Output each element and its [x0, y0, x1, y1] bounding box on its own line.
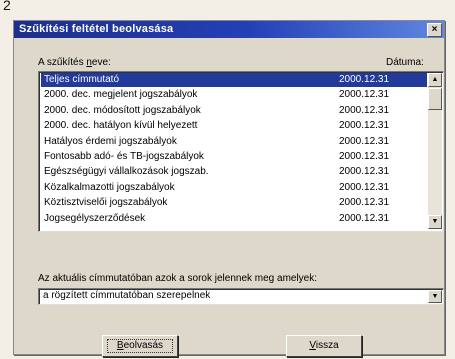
date-column-label: Dátuma:	[386, 57, 424, 68]
list-item-name: 2000. dec. hatályon kívül helyezett	[44, 120, 198, 132]
close-icon: ×	[431, 24, 438, 35]
list-item-date: 2000.12.31	[339, 120, 390, 132]
filter-selected-value: a rögzített címmutatóban szerepelnek	[43, 290, 211, 301]
list-item-name: Köztisztviselői jogszabályok	[44, 197, 168, 209]
list-item-date: 2000.12.31	[339, 197, 390, 209]
list-item[interactable]: Teljes címmutató 2000.12.31	[41, 73, 427, 88]
list-item-name: Fontosabb adó- és TB-jogszabályok	[44, 151, 204, 162]
list-item[interactable]: Egészségügyi vállalkozások jogszab. 2000.…	[41, 165, 427, 179]
close-button[interactable]: ×	[427, 23, 442, 37]
chevron-down-icon: ▼	[431, 293, 439, 300]
list-item-name: Jogsegélyszerződések	[44, 212, 146, 224]
list-item[interactable]: 2000. dec. megjelent jogszabályok 2000.12…	[41, 88, 427, 102]
restriction-list[interactable]: Teljes címmutató 2000.12.31 2000. dec. meg…	[38, 71, 444, 232]
list-item-name: Teljes címmutató	[44, 74, 120, 85]
list-item-name: Egészségügyi vállalkozások jogszab.	[44, 166, 209, 178]
page-number: 2	[3, 0, 11, 13]
name-column-label: A szűkítés neve:	[38, 57, 111, 68]
dropdown-button[interactable]: ▼	[428, 290, 442, 303]
list-item-date: 2000.12.31	[339, 104, 390, 116]
name-column-label-text: A szűkítés neve:	[38, 57, 111, 68]
back-button-label: Vissza	[309, 340, 339, 351]
list-item[interactable]: Köztisztviselői jogszabályok 2000.12.31	[41, 196, 427, 210]
scroll-up-button[interactable]: ▲	[428, 73, 442, 87]
list-item-date: 2000.12.31	[339, 166, 390, 178]
list-item-name: 2000. dec. megjelent jogszabályok	[44, 89, 198, 101]
list-item-name: Közalkalmazotti jogszabályok	[44, 181, 175, 193]
filter-dropdown[interactable]: a rögzített címmutatóban szerepelnek ▼	[38, 288, 444, 305]
list-item[interactable]: 2000. dec. módosított jogszabályok 2000.1…	[41, 104, 427, 118]
filter-label: Az aktuális címmutatóban azok a sorok je…	[38, 273, 318, 284]
list-item-date: 2000.12.31	[339, 212, 390, 224]
window-title: Szűkítési feltétel beolvasása	[19, 23, 174, 35]
list-item[interactable]: 2000. dec. hatályon kívül helyezett 2000.…	[41, 119, 427, 133]
list-item-date: 2000.12.31	[339, 89, 390, 101]
list-item[interactable]: Közalkalmazotti jogszabályok 2000.12.31	[41, 181, 427, 195]
scroll-thumb[interactable]	[428, 88, 442, 110]
list-item[interactable]: Fontosabb adó- és TB-jogszabályok 2000.12…	[41, 150, 427, 164]
focus-rectangle	[107, 339, 173, 353]
list-item-date: 2000.12.31	[339, 151, 390, 162]
scroll-down-button[interactable]: ▼	[428, 215, 442, 229]
list-item-date: 2000.12.31	[339, 74, 390, 85]
list-scrollbar[interactable]: ▲ ▼	[428, 73, 442, 229]
list-item-date: 2000.12.31	[339, 135, 390, 147]
dialog-window: Szűkítési feltétel beolvasása × A szűkít…	[13, 20, 445, 357]
scroll-down-icon: ▼	[431, 218, 439, 225]
list-item-date: 2000.12.31	[339, 181, 390, 193]
list-item-name: Hatályos érdemi jogszabályok	[44, 135, 177, 147]
back-button[interactable]: Vissza	[286, 335, 362, 357]
list-item-name: 2000. dec. módosított jogszabályok	[44, 104, 201, 116]
title-bar[interactable]: Szűkítési feltétel beolvasása ×	[14, 21, 444, 38]
read-button[interactable]: Beolvasás	[102, 335, 178, 357]
list-item[interactable]: Hatályos érdemi jogszabályok 2000.12.31	[41, 135, 427, 149]
list-item[interactable]: Jogsegélyszerződések 2000.12.31	[41, 212, 427, 226]
scroll-up-icon: ▲	[431, 76, 439, 83]
